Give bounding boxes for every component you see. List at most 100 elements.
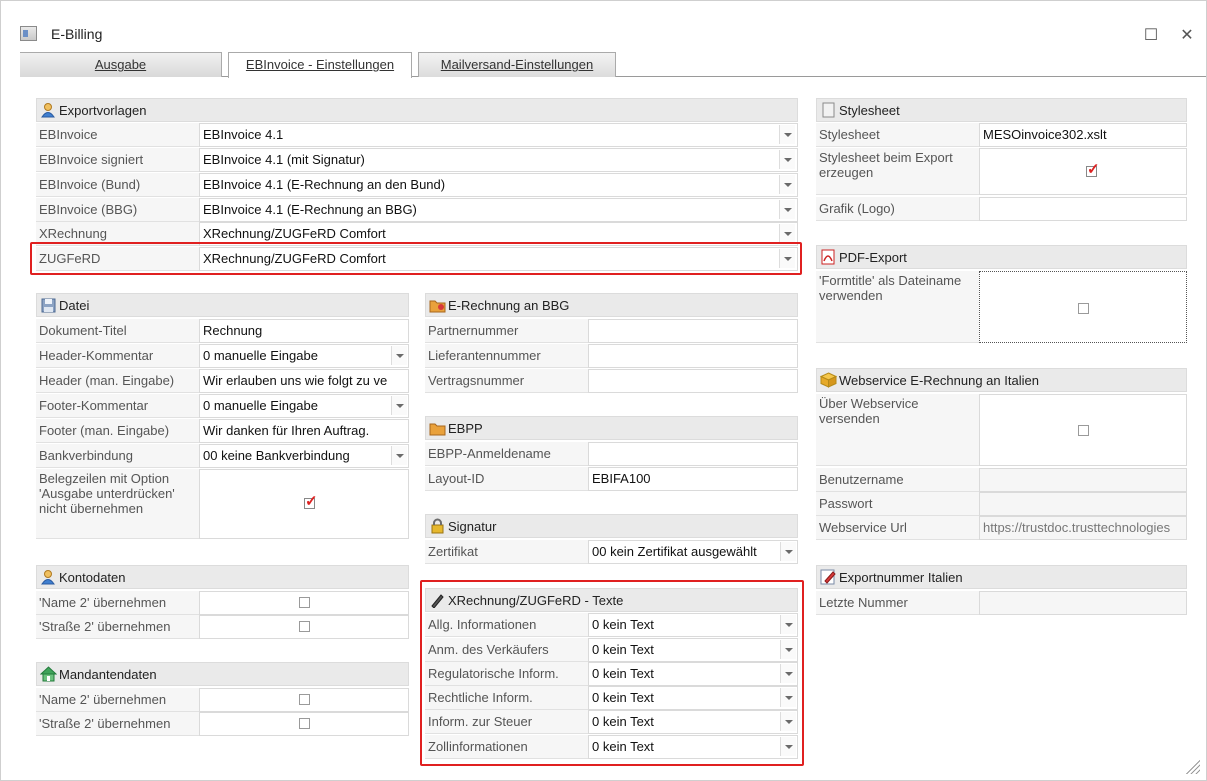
zugferd-select[interactable]: XRechnung/ZUGFeRD Comfort	[199, 247, 798, 271]
field-label: EBInvoice (BBG)	[36, 198, 199, 222]
bankverbindung-select[interactable]: 00 keine Bankverbindung	[199, 444, 409, 468]
passwort-input[interactable]	[979, 492, 1187, 516]
chevron-down-icon[interactable]	[779, 249, 795, 268]
stylesheet-row: Stylesheet beim Export erzeugen	[816, 148, 1187, 195]
webservice-versenden-checkbox[interactable]	[1078, 425, 1089, 436]
datei-row: Dokument-Titel Rechnung	[36, 319, 409, 343]
field-label: Footer-Kommentar	[36, 394, 199, 418]
ebpp-anmeldename-input[interactable]	[588, 442, 798, 466]
footer-eingabe-input[interactable]: Wir danken für Ihren Auftrag.	[199, 419, 409, 443]
kontodaten-header: Kontodaten	[36, 565, 409, 589]
xrechnung-select[interactable]: XRechnung/ZUGFeRD Comfort	[199, 222, 798, 246]
field-label: Footer (man. Eingabe)	[36, 419, 199, 443]
folder-icon	[429, 423, 446, 436]
field-label: EBPP-Anmeldename	[425, 442, 588, 466]
ebpp-row: Layout-ID EBIFA100	[425, 467, 798, 491]
webservice-url-input[interactable]: https://trustdoc.trusttechnologies	[979, 516, 1187, 540]
name2-checkbox[interactable]	[299, 597, 310, 608]
allg-informationen-select[interactable]: 0 kein Text	[588, 613, 798, 637]
strasse2-checkbox[interactable]	[299, 621, 310, 632]
ebpp-row: EBPP-Anmeldename	[425, 442, 798, 466]
ebinvoice-bund-select[interactable]: EBInvoice 4.1 (E-Rechnung an den Bund)	[199, 173, 798, 197]
anm-verkaeufer-select[interactable]: 0 kein Text	[588, 638, 798, 662]
texte-row: Regulatorische Inform. 0 kein Text	[425, 662, 798, 686]
benutzername-input[interactable]	[979, 468, 1187, 492]
dokument-titel-input[interactable]: Rechnung	[199, 319, 409, 343]
signatur-header: Signatur	[425, 514, 798, 538]
chevron-down-icon[interactable]	[779, 200, 795, 219]
field-label: ZUGFeRD	[36, 247, 199, 271]
close-icon[interactable]: ✕	[1177, 25, 1197, 45]
exportnummer-row: Letzte Nummer	[816, 591, 1187, 615]
stylesheet-input[interactable]: MESOinvoice302.xslt	[979, 123, 1187, 147]
chevron-down-icon[interactable]	[779, 224, 795, 243]
letzte-nummer-input[interactable]	[979, 591, 1187, 615]
chevron-down-icon[interactable]	[780, 688, 796, 707]
texte-header: XRechnung/ZUGFeRD - Texte	[425, 588, 798, 612]
stylesheet-export-checkbox[interactable]	[1086, 160, 1100, 178]
user-template-icon	[41, 103, 55, 118]
chevron-down-icon[interactable]	[780, 712, 796, 731]
chevron-down-icon[interactable]	[779, 125, 795, 144]
chevron-down-icon[interactable]	[779, 175, 795, 194]
chevron-down-icon[interactable]	[780, 664, 796, 683]
ebinvoice-signiert-select[interactable]: EBInvoice 4.1 (mit Signatur)	[199, 148, 798, 172]
zertifikat-select[interactable]: 00 kein Zertifikat ausgewählt	[588, 540, 798, 564]
field-label: Vertragsnummer	[425, 369, 588, 393]
tab-ebinvoice-einstellungen[interactable]: EBInvoice - Einstellungen	[228, 52, 412, 78]
tab-mailversand-einstellungen[interactable]: Mailversand-Einstellungen	[418, 52, 616, 77]
texte-row: Inform. zur Steuer 0 kein Text	[425, 710, 798, 734]
datei-row: Header-Kommentar 0 manuelle Eingabe	[36, 344, 409, 368]
ebinvoice-bbg-select[interactable]: EBInvoice 4.1 (E-Rechnung an BBG)	[199, 198, 798, 222]
e-billing-window: E-Billing ☐ ✕ Ausgabe EBInvoice - Einste…	[0, 0, 1207, 781]
pdf-export-header: PDF-Export	[816, 245, 1187, 269]
chevron-down-icon[interactable]	[780, 615, 796, 634]
regulatorische-inform-select[interactable]: 0 kein Text	[588, 662, 798, 686]
formtitle-dateiname-checkbox[interactable]	[1078, 303, 1089, 314]
mandantendaten-row: 'Straße 2' übernehmen	[36, 712, 409, 736]
texte-row: Anm. des Verkäufers 0 kein Text	[425, 638, 798, 662]
header-eingabe-input[interactable]: Wir erlauben uns wie folgt zu ve	[199, 369, 409, 393]
chevron-down-icon[interactable]	[780, 737, 796, 756]
field-label: Benutzername	[816, 468, 979, 492]
resize-grip-icon[interactable]	[1184, 758, 1200, 774]
lieferantennummer-input[interactable]	[588, 344, 798, 368]
chevron-down-icon[interactable]	[780, 640, 796, 659]
exportvorlagen-row: EBInvoice (BBG) EBInvoice 4.1 (E-Rechnun…	[36, 198, 798, 222]
field-label: Bankverbindung	[36, 444, 199, 468]
rechtliche-inform-select[interactable]: 0 kein Text	[588, 686, 798, 710]
field-label: Allg. Informationen	[425, 613, 588, 637]
layout-id-input[interactable]: EBIFA100	[588, 467, 798, 491]
field-label: Rechtliche Inform.	[425, 686, 588, 710]
ebinvoice-select[interactable]: EBInvoice 4.1	[199, 123, 798, 147]
kontodaten-row: 'Straße 2' übernehmen	[36, 615, 409, 639]
zollinformationen-select[interactable]: 0 kein Text	[588, 735, 798, 759]
name2-checkbox[interactable]	[299, 694, 310, 705]
datei-row: Footer (man. Eingabe) Wir danken für Ihr…	[36, 419, 409, 443]
tab-ausgabe[interactable]: Ausgabe	[20, 52, 222, 77]
exportvorlagen-row: XRechnung XRechnung/ZUGFeRD Comfort	[36, 222, 798, 246]
vertragsnummer-input[interactable]	[588, 369, 798, 393]
field-label: 'Name 2' übernehmen	[36, 591, 199, 615]
belegzeilen-checkbox[interactable]	[304, 492, 318, 510]
exportvorlagen-header: Exportvorlagen	[36, 98, 798, 122]
grafik-logo-input[interactable]	[979, 197, 1187, 221]
inform-steuer-select[interactable]: 0 kein Text	[588, 710, 798, 734]
chevron-down-icon[interactable]	[391, 446, 407, 465]
field-label: Dokument-Titel	[36, 319, 199, 343]
chevron-down-icon[interactable]	[780, 542, 796, 561]
strasse2-checkbox[interactable]	[299, 718, 310, 729]
maximize-icon[interactable]: ☐	[1141, 25, 1161, 45]
chevron-down-icon[interactable]	[779, 150, 795, 169]
datei-header: Datei	[36, 293, 409, 317]
field-label: Webservice Url	[816, 516, 979, 540]
datei-row: Bankverbindung 00 keine Bankverbindung	[36, 444, 409, 468]
header-kommentar-select[interactable]: 0 manuelle Eingabe	[199, 344, 409, 368]
lock-icon	[431, 518, 444, 534]
partnernummer-input[interactable]	[588, 319, 798, 343]
field-label: 'Formtitle' als Dateiname verwenden	[816, 271, 979, 343]
footer-kommentar-select[interactable]: 0 manuelle Eingabe	[199, 394, 409, 418]
chevron-down-icon[interactable]	[391, 346, 407, 365]
chevron-down-icon[interactable]	[391, 396, 407, 415]
field-label: Layout-ID	[425, 467, 588, 491]
